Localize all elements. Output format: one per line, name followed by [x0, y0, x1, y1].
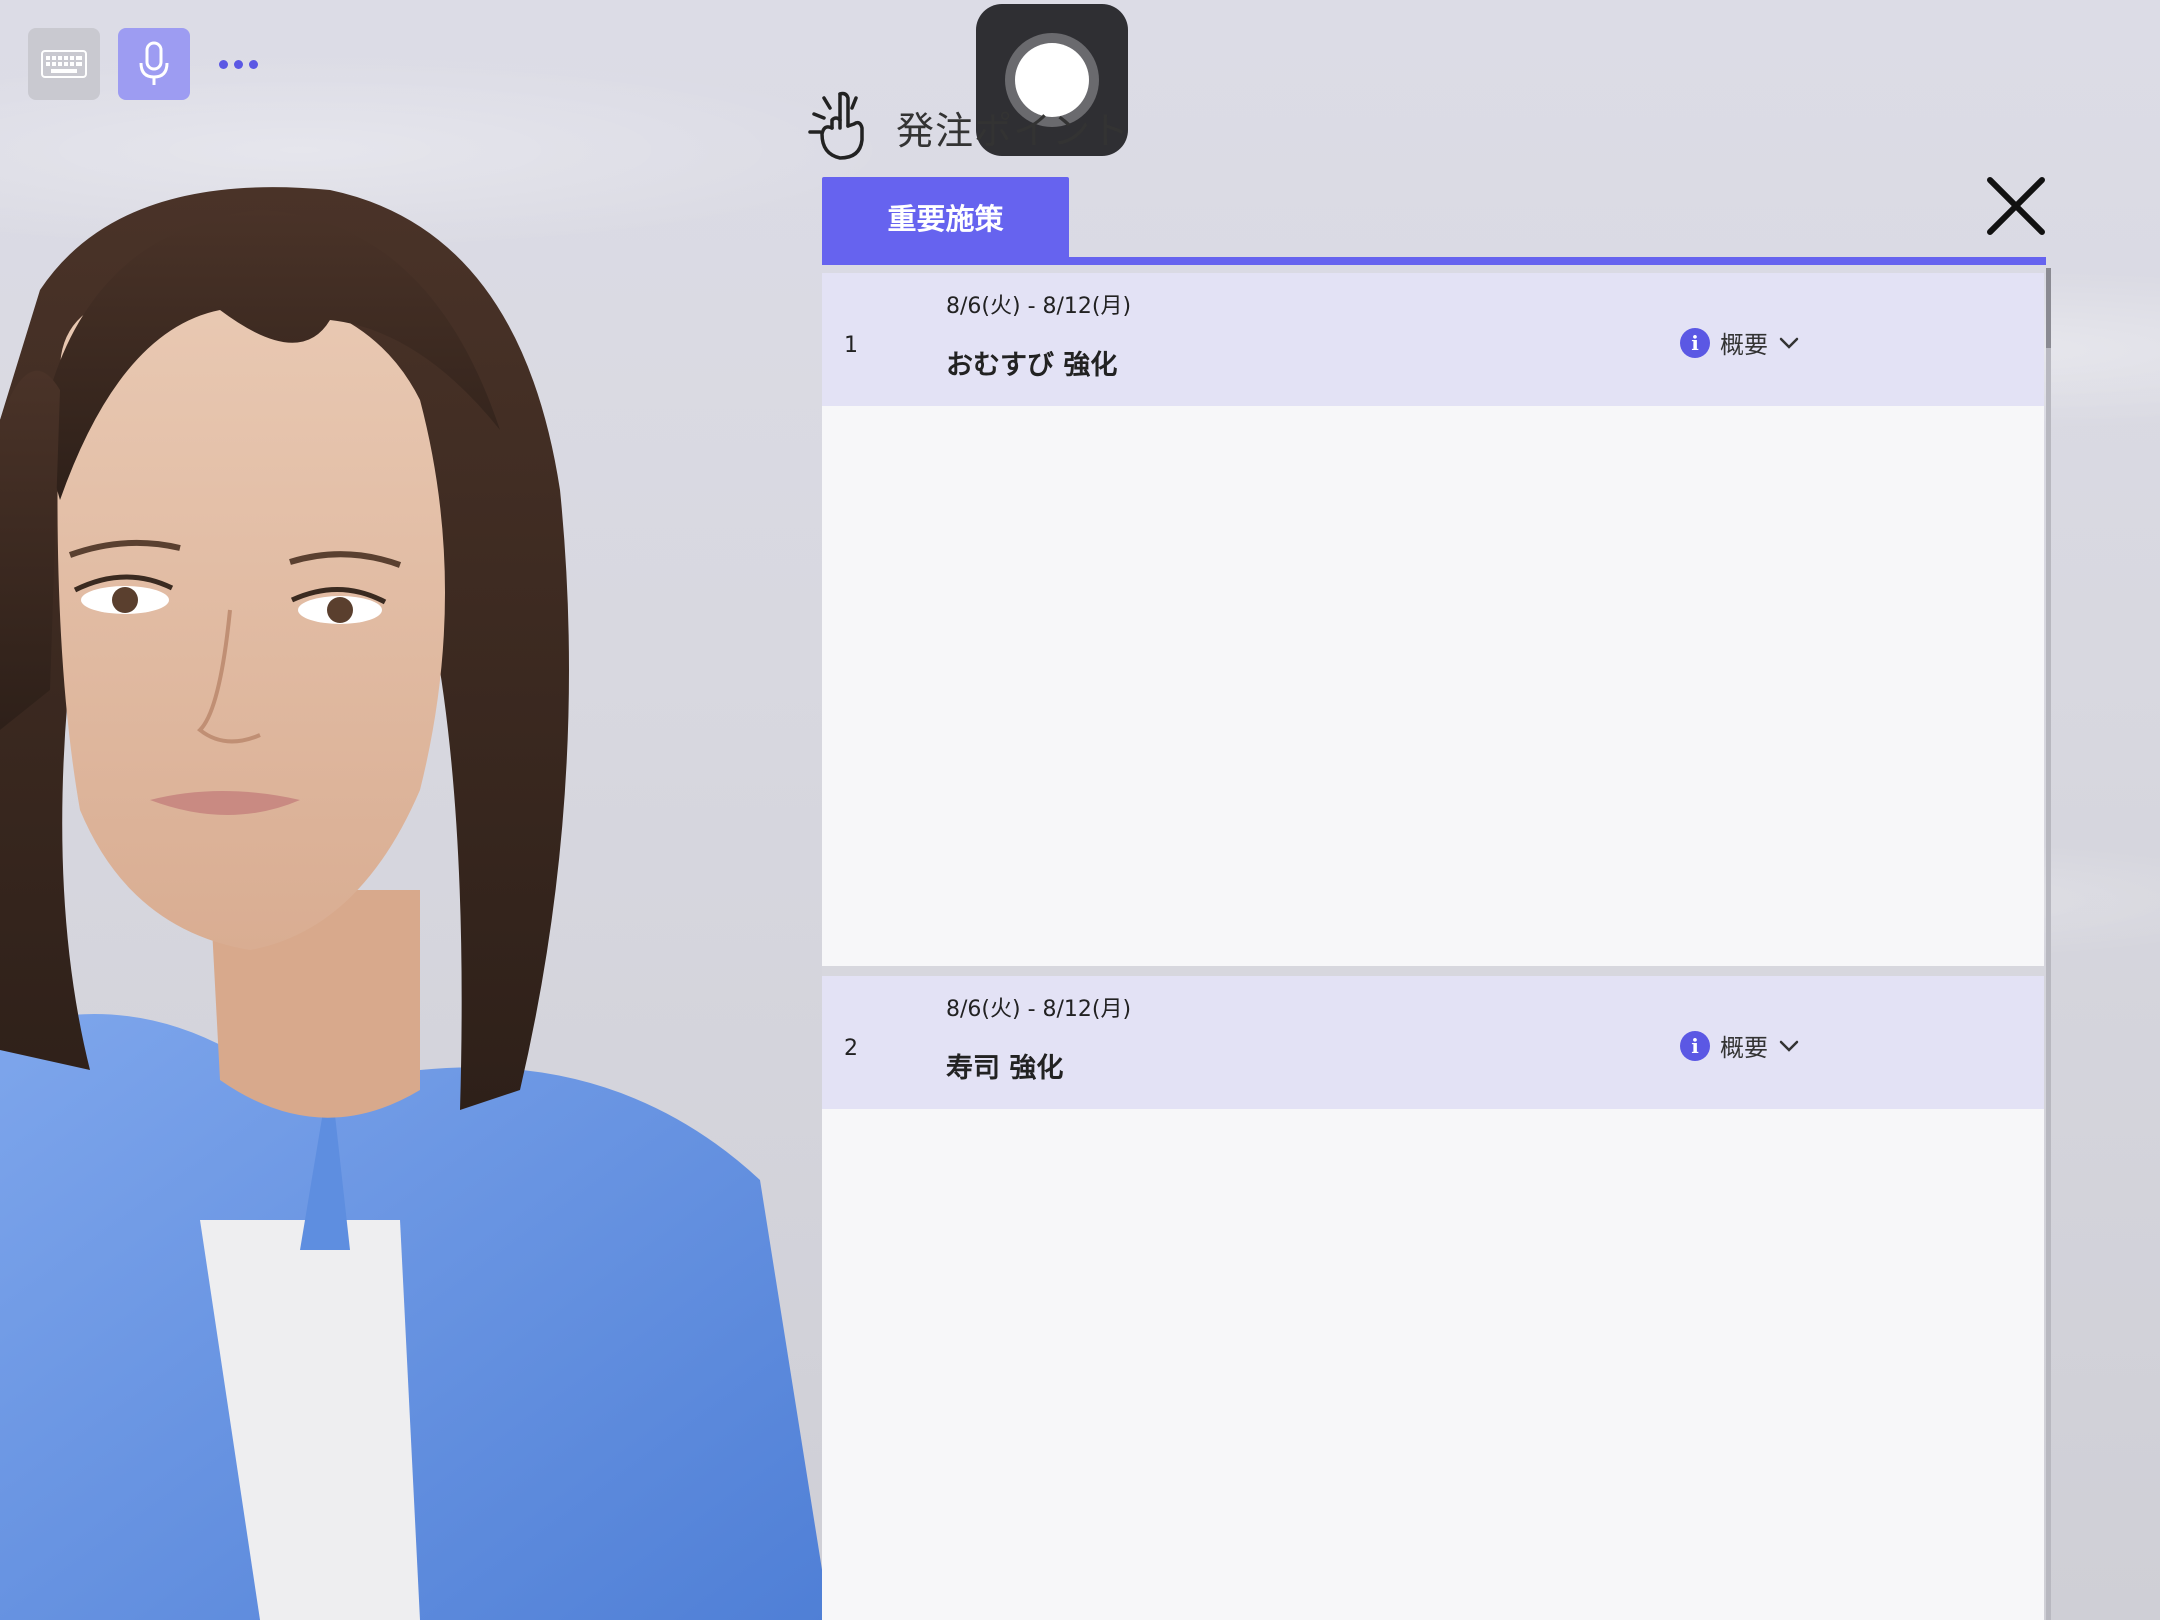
- list-item: 2 8/6(火) - 8/12(月) 寿司 強化 i 概要: [822, 976, 2044, 1620]
- avatar-character: [0, 187, 830, 1620]
- item-title: おむすび 強化: [946, 350, 1118, 381]
- pointing-hand-icon: [808, 91, 864, 160]
- list-item: 1 8/6(火) - 8/12(月) おむすび 強化 i 概要: [822, 273, 2044, 966]
- tab-underline: [822, 257, 2046, 265]
- keyboard-icon: [41, 50, 87, 78]
- summary-label: 概要: [1720, 1034, 1768, 1062]
- item-number: 2: [844, 1036, 858, 1061]
- tab-important-measures[interactable]: 重要施策: [822, 177, 1069, 257]
- keyboard-button[interactable]: [28, 28, 100, 100]
- scrollbar-thumb[interactable]: [2046, 268, 2051, 348]
- item-title: 寿司 強化: [946, 1053, 1064, 1084]
- summary-label: 概要: [1720, 331, 1768, 359]
- measures-list: 1 8/6(火) - 8/12(月) おむすび 強化 i 概要 2 8/6(火)…: [822, 273, 2044, 1620]
- more-button[interactable]: [208, 28, 268, 100]
- info-icon: i: [1680, 1030, 1710, 1061]
- list-item-header[interactable]: 1 8/6(火) - 8/12(月) おむすび 強化 i 概要: [822, 273, 2044, 406]
- item-date: 8/6(火) - 8/12(月): [946, 294, 1132, 319]
- item-date: 8/6(火) - 8/12(月): [946, 997, 1132, 1022]
- toolbar: [28, 28, 268, 100]
- item-content: [822, 1109, 2044, 1620]
- chevron-down-icon: [1779, 1040, 1799, 1052]
- microphone-button[interactable]: [118, 28, 190, 100]
- microphone-icon: [139, 41, 169, 85]
- list-item-header[interactable]: 2 8/6(火) - 8/12(月) 寿司 強化 i 概要: [822, 976, 2044, 1109]
- scrollbar[interactable]: [2046, 268, 2051, 1620]
- item-content: [822, 406, 2044, 966]
- summary-toggle[interactable]: i 概要: [1680, 1028, 1800, 1063]
- item-number: 1: [844, 333, 858, 358]
- close-icon[interactable]: [1984, 174, 2048, 238]
- page-title: 発注ポイント: [896, 109, 1131, 153]
- chevron-down-icon: [1779, 337, 1799, 349]
- info-icon: i: [1680, 327, 1710, 358]
- summary-toggle[interactable]: i 概要: [1680, 325, 1800, 360]
- more-dots-icon: [218, 59, 258, 69]
